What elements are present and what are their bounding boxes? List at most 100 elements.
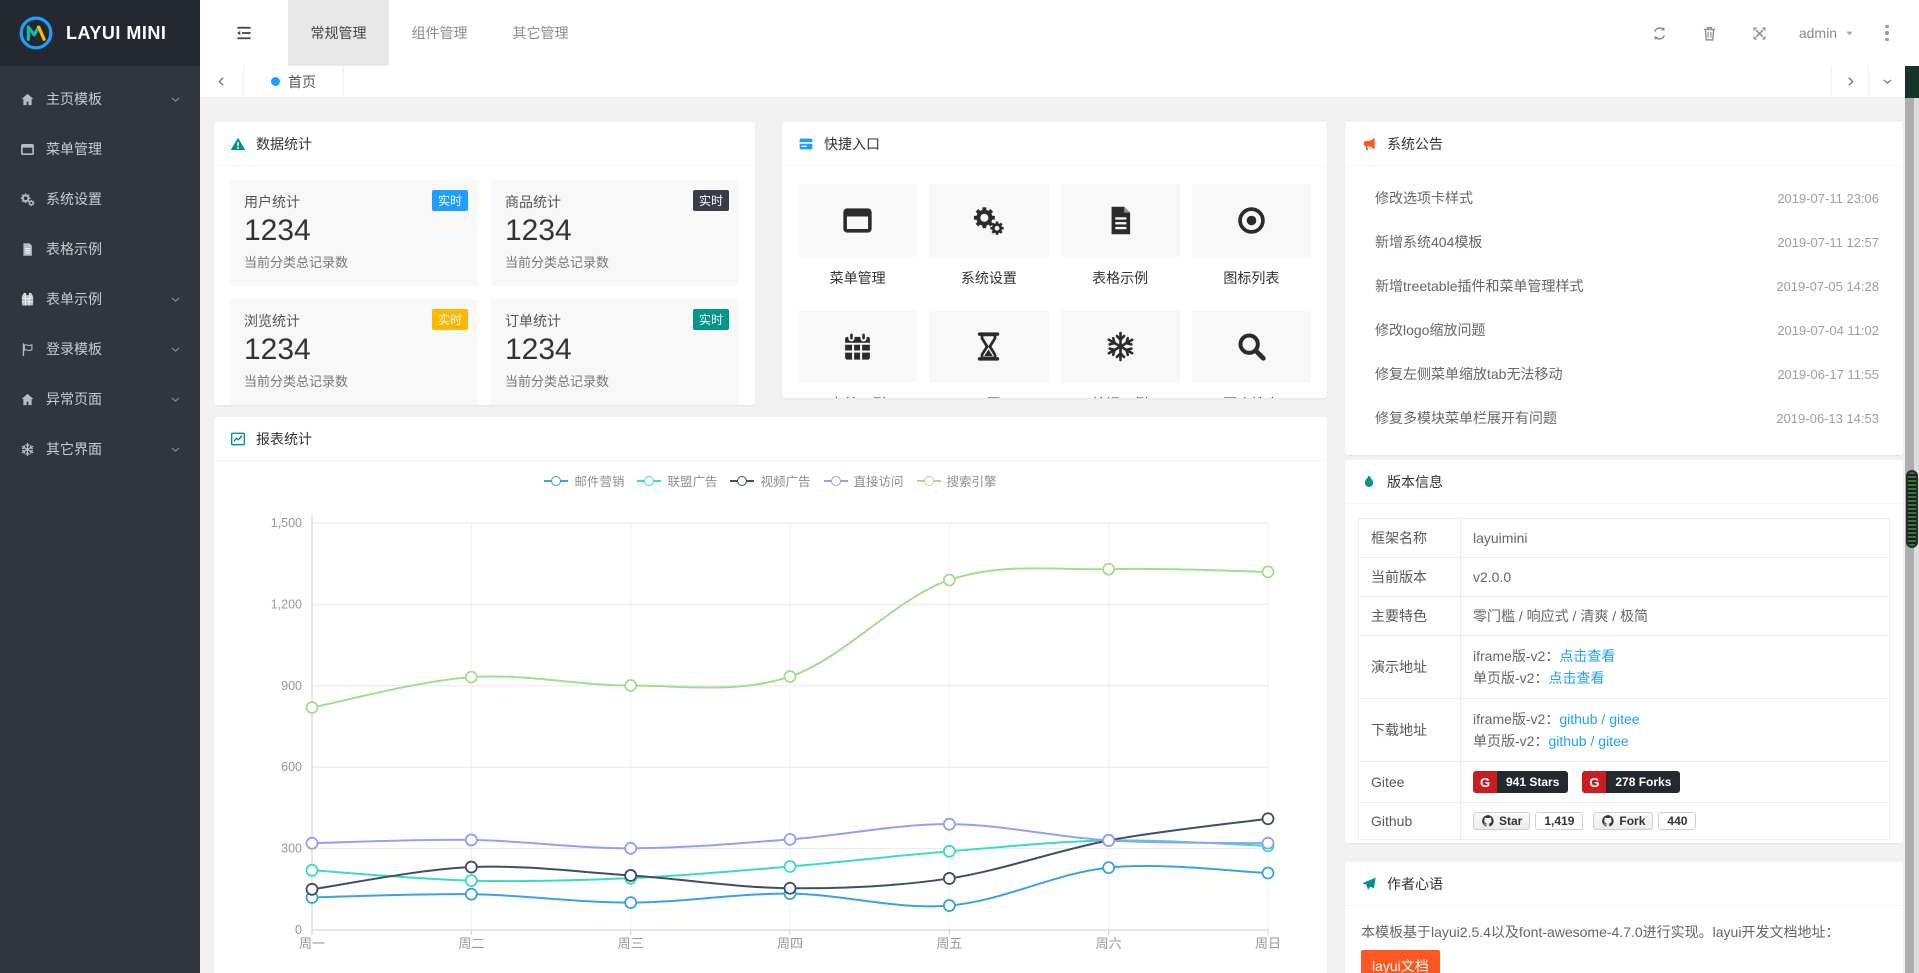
sidebar-item-登录模板[interactable]: 登录模板 bbox=[0, 324, 200, 374]
stats-card-header: 数据统计 bbox=[214, 122, 755, 166]
module-tab-常规管理[interactable]: 常规管理 bbox=[288, 0, 389, 66]
version-row-label: 演示地址 bbox=[1359, 636, 1461, 699]
chevron-down-icon bbox=[1881, 75, 1894, 88]
announcement-row[interactable]: 修改选项卡样式 2019-07-11 23:06 bbox=[1345, 176, 1903, 220]
announcement-time: 2019-07-11 23:06 bbox=[1777, 191, 1879, 206]
tab-scroll-left-button[interactable] bbox=[200, 66, 244, 97]
collapse-menu-button[interactable] bbox=[200, 0, 288, 66]
data-point-邮件营销[interactable] bbox=[1263, 868, 1274, 879]
data-point-视频广告[interactable] bbox=[307, 884, 318, 895]
version-link-gitee[interactable]: gitee bbox=[1609, 711, 1639, 727]
announcement-row[interactable]: 修复左侧菜单缩放tab无法移动2019-06-17 11:55 bbox=[1345, 352, 1903, 396]
data-point-视频广告[interactable] bbox=[944, 873, 955, 884]
author-title: 作者心语 bbox=[1387, 874, 1443, 894]
sidebar-item-表格示例[interactable]: 表格示例 bbox=[0, 224, 200, 274]
data-point-邮件营销[interactable] bbox=[944, 900, 955, 911]
gitee-badge[interactable]: G941 Stars bbox=[1473, 771, 1568, 793]
brand-logo[interactable]: LAYUI MINI bbox=[0, 0, 200, 66]
announcement-row[interactable]: 修复多模块菜单栏展开有问题2019-06-13 14:53 bbox=[1345, 396, 1903, 440]
version-row-value: iframe版-v2：点击查看单页版-v2：点击查看 bbox=[1461, 636, 1890, 699]
data-point-视频广告[interactable] bbox=[625, 870, 636, 881]
data-point-直接访问[interactable] bbox=[307, 838, 318, 849]
github-fork-button[interactable]: Fork bbox=[1593, 812, 1653, 830]
tab-home[interactable]: 首页 bbox=[244, 66, 344, 97]
announcement-text: 修改选项卡样式 bbox=[1375, 188, 1767, 208]
data-point-直接访问[interactable] bbox=[625, 843, 636, 854]
data-point-邮件营销[interactable] bbox=[466, 889, 477, 900]
announcement-row[interactable]: 修改logo缩放问题2019-07-04 11:02 bbox=[1345, 308, 1903, 352]
quick-card-header: 快捷入口 bbox=[782, 122, 1327, 166]
home-icon bbox=[20, 392, 35, 407]
announcement-row[interactable]: 新增系统404模板2019-07-11 12:57 bbox=[1345, 220, 1903, 264]
version-link-gitee[interactable]: gitee bbox=[1598, 733, 1628, 749]
sidebar-item-label: 菜单管理 bbox=[46, 139, 182, 159]
data-point-邮件营销[interactable] bbox=[1103, 862, 1114, 873]
quick-entry-图标列表[interactable]: 图标列表 bbox=[1192, 184, 1311, 288]
stat-box-商品统计[interactable]: 商品统计实时1234当前分类总记录数 bbox=[491, 180, 739, 286]
data-point-搜索引擎[interactable] bbox=[1103, 564, 1114, 575]
version-link-github[interactable]: github bbox=[1559, 711, 1597, 727]
data-point-搜索引擎[interactable] bbox=[944, 574, 955, 585]
sidebar-item-异常页面[interactable]: 异常页面 bbox=[0, 374, 200, 424]
quick-entry-系统设置[interactable]: 系统设置 bbox=[929, 184, 1048, 288]
stat-box-用户统计[interactable]: 用户统计实时1234当前分类总记录数 bbox=[230, 180, 478, 286]
data-point-直接访问[interactable] bbox=[944, 819, 955, 830]
version-link-点击查看[interactable]: 点击查看 bbox=[1559, 648, 1615, 664]
quick-entry-404页面[interactable]: 404页面 bbox=[929, 310, 1048, 398]
data-point-视频广告[interactable] bbox=[466, 862, 477, 873]
sidebar-item-菜单管理[interactable]: 菜单管理 bbox=[0, 124, 200, 174]
version-link-github[interactable]: github bbox=[1548, 733, 1586, 749]
github-fork-widget[interactable]: Fork440 bbox=[1593, 812, 1696, 830]
data-point-搜索引擎[interactable] bbox=[307, 702, 318, 713]
sidebar-item-表单示例[interactable]: 表单示例 bbox=[0, 274, 200, 324]
quick-entry-表格示例[interactable]: 表格示例 bbox=[1061, 184, 1180, 288]
version-link-点击查看[interactable]: 点击查看 bbox=[1548, 670, 1604, 686]
quick-grid: 菜单管理系统设置表格示例图标列表表单示例404页面按钮示例百度搜索 bbox=[782, 166, 1327, 398]
gitee-badge[interactable]: G278 Forks bbox=[1582, 771, 1680, 793]
quick-entry-按钮示例[interactable]: 按钮示例 bbox=[1061, 310, 1180, 398]
data-point-搜索引擎[interactable] bbox=[466, 672, 477, 683]
sidebar-item-label: 表格示例 bbox=[46, 239, 182, 259]
user-menu[interactable]: admin bbox=[1785, 25, 1869, 41]
data-point-直接访问[interactable] bbox=[466, 834, 477, 845]
tab-scroll-right-button[interactable] bbox=[1831, 66, 1868, 97]
page-scrollbar[interactable] bbox=[1905, 98, 1919, 973]
data-point-邮件营销[interactable] bbox=[625, 897, 636, 908]
scrollbar-thumb[interactable] bbox=[1906, 470, 1918, 548]
data-point-联盟广告[interactable] bbox=[307, 865, 318, 876]
data-point-搜索引擎[interactable] bbox=[785, 671, 796, 682]
data-point-联盟广告[interactable] bbox=[466, 875, 477, 886]
search-icon bbox=[1235, 330, 1268, 363]
sidebar-item-主页模板[interactable]: 主页模板 bbox=[0, 74, 200, 124]
module-tab-组件管理[interactable]: 组件管理 bbox=[389, 0, 490, 66]
data-point-视频广告[interactable] bbox=[1263, 813, 1274, 824]
gitee-badge-label: 941 Stars bbox=[1497, 771, 1568, 793]
refresh-button[interactable] bbox=[1635, 25, 1685, 42]
sidebar-item-系统设置[interactable]: 系统设置 bbox=[0, 174, 200, 224]
announcement-row[interactable]: 新增treetable插件和菜单管理样式2019-07-05 14:28 bbox=[1345, 264, 1903, 308]
data-point-直接访问[interactable] bbox=[1263, 838, 1274, 849]
data-point-视频广告[interactable] bbox=[785, 883, 796, 894]
version-row-下载地址: 下载地址iframe版-v2：github / gitee单页版-v2：gith… bbox=[1359, 699, 1890, 762]
layui-doc-button[interactable]: layui文档 bbox=[1361, 950, 1440, 973]
data-point-直接访问[interactable] bbox=[785, 834, 796, 845]
panel-icon bbox=[798, 136, 814, 152]
module-tab-其它管理[interactable]: 其它管理 bbox=[490, 0, 591, 66]
quick-entry-表单示例[interactable]: 表单示例 bbox=[798, 310, 917, 398]
github-star-button[interactable]: Star bbox=[1473, 812, 1530, 830]
data-point-搜索引擎[interactable] bbox=[625, 680, 636, 691]
fullscreen-button[interactable] bbox=[1735, 25, 1785, 42]
data-point-直接访问[interactable] bbox=[1103, 835, 1114, 846]
stat-box-浏览统计[interactable]: 浏览统计实时1234当前分类总记录数 bbox=[230, 299, 478, 405]
data-point-搜索引擎[interactable] bbox=[1263, 566, 1274, 577]
github-star-widget[interactable]: Star1,419 bbox=[1473, 812, 1583, 830]
data-point-联盟广告[interactable] bbox=[785, 861, 796, 872]
tab-operations-button[interactable] bbox=[1868, 66, 1905, 97]
data-point-联盟广告[interactable] bbox=[944, 846, 955, 857]
clear-cache-button[interactable] bbox=[1685, 25, 1735, 42]
more-options-button[interactable] bbox=[1869, 25, 1905, 42]
stat-box-订单统计[interactable]: 订单统计实时1234当前分类总记录数 bbox=[491, 299, 739, 405]
quick-entry-菜单管理[interactable]: 菜单管理 bbox=[798, 184, 917, 288]
quick-entry-百度搜索[interactable]: 百度搜索 bbox=[1192, 310, 1311, 398]
sidebar-item-其它界面[interactable]: 其它界面 bbox=[0, 424, 200, 474]
